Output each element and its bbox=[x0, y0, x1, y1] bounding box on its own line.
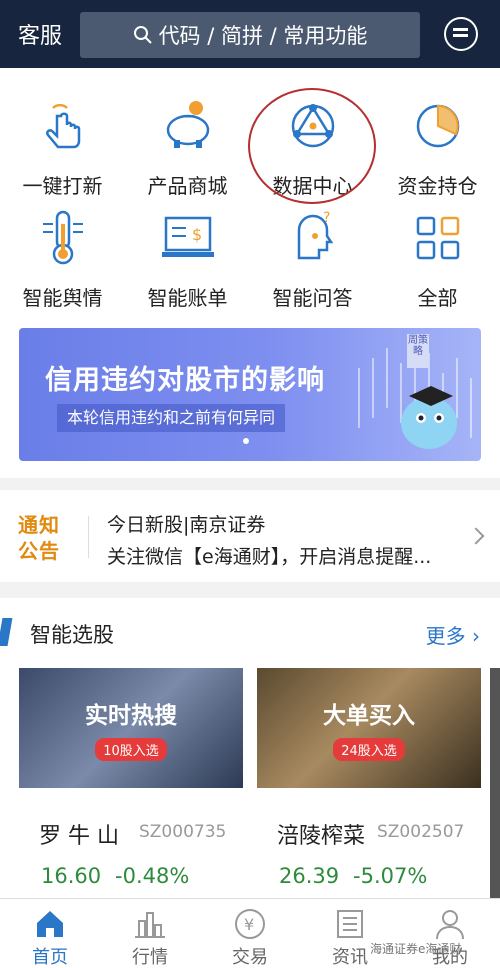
more-label: 更多 bbox=[425, 624, 466, 648]
watermark: 海通证券e海通财 bbox=[370, 942, 462, 956]
stock-change: -5.07% bbox=[353, 864, 428, 888]
svg-text:$: $ bbox=[192, 225, 202, 244]
grid-label: 智能问答 bbox=[272, 286, 353, 310]
search-placeholder: 代码 / 简拼 / 常用功能 bbox=[158, 24, 368, 48]
grid-label: 智能账单 bbox=[147, 286, 228, 310]
notice-line-1[interactable]: 今日新股|南京证券 bbox=[107, 510, 265, 537]
stock-card-hot[interactable]: 实时热搜 10股入选 罗 牛 山 SZ000735 16.60 -0.48% bbox=[19, 668, 243, 898]
grid-item-all[interactable]: 全部 bbox=[375, 208, 500, 311]
tab-market[interactable]: 行情 bbox=[100, 899, 200, 968]
banner-subtitle: 本轮信用违约和之前有何异同 bbox=[57, 404, 286, 432]
piggy-bank-icon bbox=[166, 101, 209, 148]
message-icon[interactable] bbox=[444, 17, 478, 51]
news-icon bbox=[337, 910, 363, 938]
grid-item-sentiment[interactable]: 智能舆情 bbox=[0, 208, 125, 311]
carousel-dot[interactable] bbox=[243, 438, 249, 444]
tab-mine[interactable]: 我的 bbox=[400, 899, 500, 968]
thermometer-icon bbox=[42, 210, 83, 265]
notice-logo: 通知 公告 bbox=[18, 512, 68, 564]
section-marker bbox=[0, 618, 13, 646]
user-icon bbox=[436, 910, 464, 940]
grid-label: 全部 bbox=[417, 286, 458, 310]
bottom-nav: 首页 行情 ¥ 交易 资讯 我的 bbox=[0, 898, 500, 968]
grid-label: 一键打新 bbox=[22, 174, 103, 198]
search-box[interactable]: 代码 / 简拼 / 常用功能 bbox=[80, 12, 420, 58]
card-title: 实时热搜 bbox=[85, 702, 177, 729]
yen-coin-icon: ¥ bbox=[235, 909, 265, 939]
customer-service-button[interactable]: 客服 bbox=[18, 18, 62, 50]
stock-name: 涪陵榨菜 bbox=[277, 824, 366, 849]
stock-price: 26.39 bbox=[279, 864, 340, 888]
svg-text:¥: ¥ bbox=[244, 915, 254, 934]
tap-finger-icon bbox=[45, 103, 80, 149]
stock-code: SZ002507 bbox=[377, 822, 465, 842]
more-link[interactable]: 更多 › bbox=[426, 620, 480, 649]
tab-home[interactable]: 首页 bbox=[0, 899, 100, 968]
next-card-peek bbox=[490, 668, 500, 898]
grid-item-bill[interactable]: $ 智能账单 bbox=[125, 208, 250, 311]
grid-item-ipo[interactable]: 一键打新 bbox=[0, 96, 125, 199]
grid-item-mall[interactable]: 产品商城 bbox=[125, 96, 250, 199]
stock-code: SZ000735 bbox=[139, 822, 227, 842]
highlight-circle bbox=[248, 88, 376, 204]
grid-label: 智能舆情 bbox=[22, 286, 103, 310]
card-badge: 24股入选 bbox=[333, 737, 405, 761]
banner-title: 信用违约对股市的影响 bbox=[45, 365, 325, 396]
notice-logo-line1: 通知 bbox=[18, 513, 60, 537]
tab-trade[interactable]: ¥ 交易 bbox=[200, 899, 300, 968]
bill-screen-icon: $ bbox=[161, 216, 214, 257]
grid-icon bbox=[416, 216, 459, 260]
card-badge: 10股入选 bbox=[95, 737, 167, 761]
grid-item-holdings[interactable]: 资金持仓 bbox=[375, 96, 500, 199]
bar-chart-icon bbox=[135, 912, 165, 938]
stock-name: 罗 牛 山 bbox=[39, 824, 119, 849]
tab-label: 交易 bbox=[232, 947, 268, 968]
card-title: 大单买入 bbox=[323, 702, 415, 729]
strategy-tag: 周策略 bbox=[407, 334, 429, 368]
pie-chart-icon bbox=[416, 104, 459, 148]
tab-label: 行情 bbox=[132, 947, 168, 968]
svg-text:?: ? bbox=[323, 210, 330, 226]
stock-price: 16.60 bbox=[41, 864, 102, 888]
grid-label: 产品商城 bbox=[147, 174, 228, 198]
notice-line-2[interactable]: 关注微信【e海通财】，开启消息提醒... bbox=[107, 542, 431, 569]
robot-head-icon: ? bbox=[297, 210, 333, 260]
search-icon bbox=[133, 26, 152, 44]
divider bbox=[88, 516, 89, 558]
home-icon bbox=[37, 911, 63, 937]
grid-item-qa[interactable]: ? 智能问答 bbox=[250, 208, 375, 311]
notice-logo-line2: 公告 bbox=[18, 539, 60, 563]
stock-change: -0.48% bbox=[115, 864, 190, 888]
promo-banner[interactable]: 周策略 信用违约对股市的影响 本轮信用违约和之前有何异同 bbox=[19, 328, 481, 461]
top-bar: 客服 代码 / 简拼 / 常用功能 bbox=[0, 0, 500, 68]
grid-label: 资金持仓 bbox=[397, 174, 478, 198]
chevron-right-icon[interactable] bbox=[467, 527, 485, 545]
card-image: 实时热搜 10股入选 bbox=[19, 668, 243, 788]
tab-label: 首页 bbox=[32, 947, 68, 968]
notice-bar[interactable]: 通知 公告 今日新股|南京证券 关注微信【e海通财】，开启消息提醒... bbox=[0, 490, 500, 582]
section-title: 智能选股 bbox=[30, 623, 114, 647]
card-image: 大单买入 24股入选 bbox=[257, 668, 481, 788]
tab-news[interactable]: 资讯 bbox=[300, 899, 400, 968]
stock-card-bigbuy[interactable]: 大单买入 24股入选 涪陵榨菜 SZ002507 26.39 -5.07% bbox=[257, 668, 481, 898]
